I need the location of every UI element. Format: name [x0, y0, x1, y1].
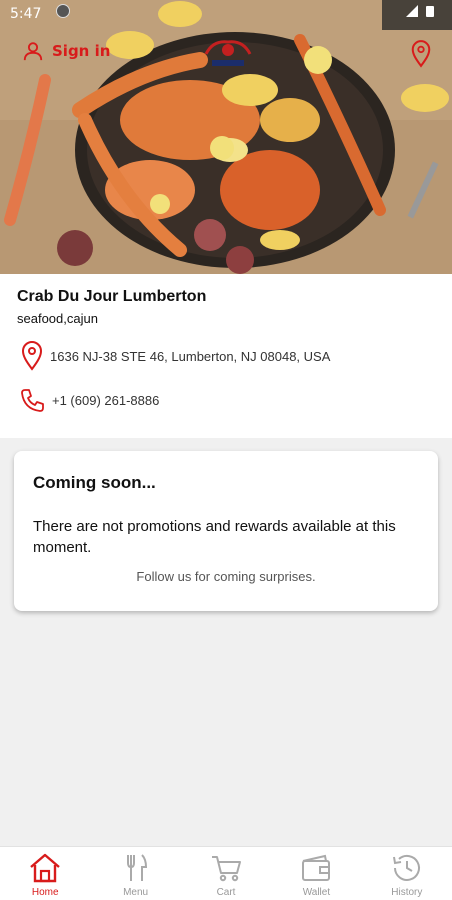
hero-image: 5:47 Sign in — [0, 0, 452, 274]
promo-title: Coming soon... — [33, 473, 156, 492]
address-row[interactable]: 1636 NJ-38 STE 46, Lumberton, NJ 08048, … — [20, 341, 330, 371]
promo-message: There are not promotions and rewards ava… — [33, 518, 396, 556]
nav-label-history: History — [391, 887, 423, 898]
nav-item-cart[interactable]: Cart — [181, 847, 271, 900]
nav-item-home[interactable]: Home — [0, 847, 90, 900]
nav-label-menu: Menu — [123, 887, 149, 898]
nav-label-home: Home — [31, 887, 59, 898]
bottom-navigation: Home Menu Cart Wallet History — [0, 846, 452, 900]
restaurant-name: Crab Du Jour Lumberton — [17, 288, 207, 305]
restaurant-info: Crab Du Jour Lumberton seafood,cajun 163… — [0, 274, 452, 438]
history-icon — [392, 854, 420, 881]
nav-item-menu[interactable]: Menu — [90, 847, 180, 900]
location-pin-icon — [21, 341, 43, 371]
phone-icon — [21, 389, 44, 412]
promo-follow-text: Follow us for coming surprises. — [136, 569, 316, 584]
promotions-card: Coming soon... There are not promotions … — [14, 451, 438, 611]
status-time: 5:47 — [10, 6, 42, 22]
nav-item-history[interactable]: History — [362, 847, 452, 900]
home-icon — [30, 853, 60, 883]
phone-row[interactable]: +1 (609) 261-8886 — [20, 387, 159, 413]
sign-in-label: Sign in — [52, 42, 111, 60]
restaurant-address: 1636 NJ-38 STE 46, Lumberton, NJ 08048, … — [50, 348, 331, 364]
nav-label-cart: Cart — [216, 887, 236, 898]
signal-battery-icon — [406, 5, 434, 17]
restaurant-logo — [204, 40, 252, 66]
wallet-icon — [302, 854, 331, 881]
location-pin-icon[interactable] — [410, 40, 432, 68]
restaurant-phone: +1 (609) 261-8886 — [52, 392, 160, 408]
notification-icon — [56, 4, 70, 18]
sign-in-button[interactable]: Sign in — [22, 40, 110, 62]
nav-label-wallet: Wallet — [302, 887, 331, 898]
fork-knife-icon — [126, 854, 147, 881]
restaurant-cuisine: seafood,cajun — [17, 311, 98, 326]
nav-item-wallet[interactable]: Wallet — [271, 847, 361, 900]
cart-icon — [212, 856, 242, 882]
user-icon — [23, 42, 43, 61]
